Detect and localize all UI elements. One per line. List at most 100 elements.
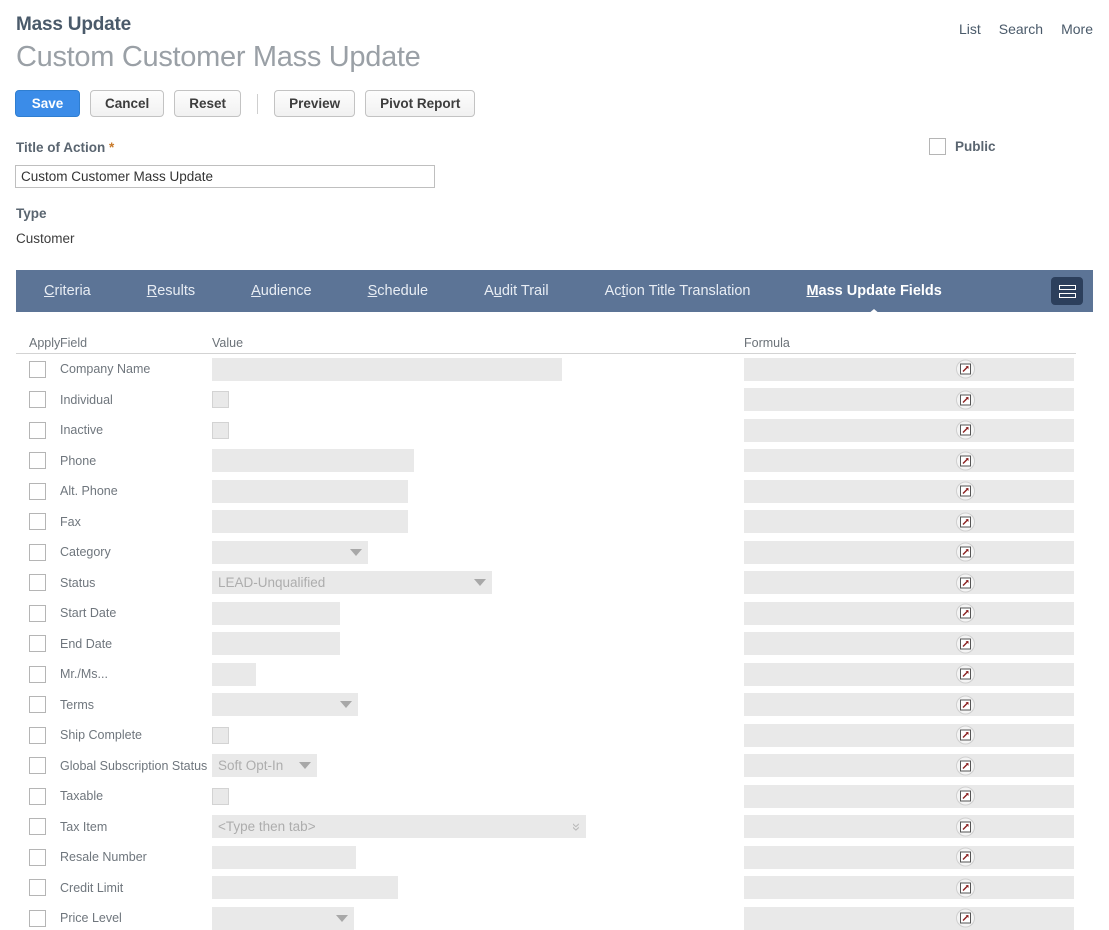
popup-expand-icon[interactable] [956, 481, 975, 501]
formula-input[interactable] [744, 357, 1074, 381]
value-checkbox[interactable] [212, 787, 229, 805]
apply-checkbox[interactable] [29, 909, 46, 927]
tab-action-title-translation[interactable]: Action Title Translation [605, 283, 751, 299]
value-checkbox[interactable] [212, 421, 229, 439]
table-row: Fax [16, 507, 1093, 538]
popup-expand-icon[interactable] [956, 359, 975, 379]
apply-checkbox[interactable] [29, 391, 46, 409]
public-checkbox[interactable] [929, 138, 946, 155]
tab-audience[interactable]: Audience [251, 283, 311, 299]
formula-cell [744, 693, 1093, 717]
value-select[interactable] [212, 693, 358, 717]
save-button[interactable]: Save [15, 90, 80, 117]
popup-expand-icon[interactable] [956, 847, 975, 867]
preview-button[interactable]: Preview [274, 90, 356, 117]
stacked-layout-icon[interactable] [1051, 277, 1083, 305]
popup-expand-icon[interactable] [956, 542, 975, 562]
popup-expand-icon[interactable] [956, 695, 975, 715]
apply-checkbox[interactable] [29, 726, 46, 744]
formula-input[interactable] [744, 723, 1074, 747]
popup-expand-icon[interactable] [956, 451, 975, 471]
value-select[interactable] [212, 906, 354, 930]
value-select[interactable] [212, 540, 368, 564]
tab-criteria[interactable]: Criteria [44, 283, 91, 299]
pivot-report-button[interactable]: Pivot Report [365, 90, 476, 117]
value-select[interactable]: Soft Opt-In [212, 754, 317, 778]
tab-mass-update-fields[interactable]: Mass Update Fields [806, 283, 942, 320]
value-input[interactable] [212, 632, 340, 656]
formula-input[interactable] [744, 449, 1074, 473]
value-select[interactable]: LEAD-Unqualified [212, 571, 492, 595]
popup-expand-icon[interactable] [956, 756, 975, 776]
formula-input[interactable] [744, 693, 1074, 717]
formula-input[interactable] [744, 540, 1074, 564]
formula-input[interactable] [744, 754, 1074, 778]
apply-checkbox[interactable] [29, 543, 46, 561]
formula-input[interactable] [744, 388, 1074, 412]
tab-audit-trail[interactable]: Audit Trail [484, 283, 549, 299]
apply-checkbox[interactable] [29, 452, 46, 470]
popup-expand-icon[interactable] [956, 725, 975, 745]
value-input[interactable] [212, 449, 414, 473]
formula-input[interactable] [744, 418, 1074, 442]
reset-button[interactable]: Reset [174, 90, 242, 117]
apply-checkbox[interactable] [29, 757, 46, 775]
value-input[interactable] [212, 662, 256, 686]
title-of-action-input[interactable] [15, 165, 435, 188]
popup-expand-icon[interactable] [956, 878, 975, 898]
grid-body: Company Name Individual Inactive Phone Alt. … [16, 354, 1093, 930]
formula-input[interactable] [744, 876, 1074, 900]
apply-checkbox[interactable] [29, 421, 46, 439]
formula-input[interactable] [744, 571, 1074, 595]
popup-expand-icon[interactable] [956, 573, 975, 593]
apply-checkbox[interactable] [29, 574, 46, 592]
value-input[interactable] [212, 510, 408, 534]
top-link-more[interactable]: More [1061, 21, 1093, 37]
formula-input[interactable] [744, 479, 1074, 503]
apply-checkbox[interactable] [29, 818, 46, 836]
formula-input[interactable] [744, 815, 1074, 839]
value-checkbox[interactable] [212, 391, 229, 409]
apply-checkbox[interactable] [29, 787, 46, 805]
apply-checkbox[interactable] [29, 513, 46, 531]
apply-checkbox[interactable] [29, 879, 46, 897]
formula-input[interactable] [744, 662, 1074, 686]
apply-checkbox[interactable] [29, 635, 46, 653]
apply-checkbox[interactable] [29, 482, 46, 500]
value-input[interactable] [212, 845, 356, 869]
apply-checkbox[interactable] [29, 696, 46, 714]
value-checkbox[interactable] [212, 726, 229, 744]
top-link-search[interactable]: Search [999, 21, 1043, 37]
formula-input[interactable] [744, 906, 1074, 930]
formula-cell [744, 510, 1093, 534]
value-input[interactable] [212, 601, 340, 625]
apply-cell [16, 818, 60, 836]
formula-input[interactable] [744, 510, 1074, 534]
value-input[interactable] [212, 479, 408, 503]
popup-expand-icon[interactable] [956, 420, 975, 440]
value-input[interactable] [212, 876, 398, 900]
tab-results[interactable]: Results [147, 283, 195, 299]
apply-checkbox[interactable] [29, 665, 46, 683]
popup-expand-icon[interactable] [956, 817, 975, 837]
formula-input[interactable] [744, 632, 1074, 656]
value-input[interactable] [212, 357, 562, 381]
formula-input[interactable] [744, 601, 1074, 625]
popup-expand-icon[interactable] [956, 390, 975, 410]
popup-expand-icon[interactable] [956, 664, 975, 684]
apply-checkbox[interactable] [29, 360, 46, 378]
top-link-list[interactable]: List [959, 21, 981, 37]
value-lookup[interactable]: <Type then tab> » [212, 815, 586, 839]
formula-input[interactable] [744, 784, 1074, 808]
popup-expand-icon[interactable] [956, 908, 975, 928]
field-name-label: Start Date [60, 606, 117, 621]
apply-checkbox[interactable] [29, 848, 46, 866]
popup-expand-icon[interactable] [956, 786, 975, 806]
apply-checkbox[interactable] [29, 604, 46, 622]
popup-expand-icon[interactable] [956, 634, 975, 654]
tab-schedule[interactable]: Schedule [368, 283, 428, 299]
formula-input[interactable] [744, 845, 1074, 869]
cancel-button[interactable]: Cancel [90, 90, 165, 117]
popup-expand-icon[interactable] [956, 603, 975, 623]
popup-expand-icon[interactable] [956, 512, 975, 532]
